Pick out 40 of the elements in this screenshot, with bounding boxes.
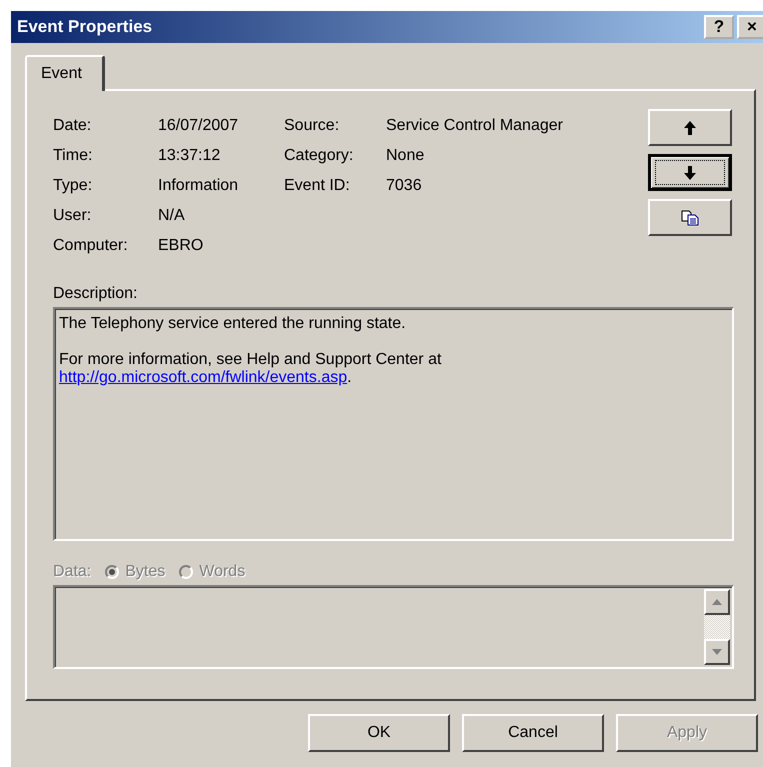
field-label: Type: [53,177,94,195]
down-arrow-icon [684,166,696,180]
scroll-track[interactable] [704,615,730,639]
field-label: Category: [284,147,354,165]
field-value: Service Control Manager [386,117,563,135]
field-label: Time: [53,147,94,165]
help-button[interactable]: ? [704,15,734,39]
field-value: 16/07/2007 [158,117,240,135]
field-value: None [386,147,426,165]
description-text: The Telephony service entered the running state. [59,315,407,333]
field-value: 13:37:12 [158,147,222,165]
field-value: Information [158,177,240,195]
data-label: Data: [53,563,92,581]
copy-button[interactable] [648,199,732,236]
dialog-button[interactable]: Cancel [462,714,604,752]
description-text: For more information, see Help and Support Center at http://go.microsoft.com/fwlink/events.asp. [59,351,442,387]
dialog-button[interactable]: OK [308,714,450,752]
field-label: Event ID: [284,177,351,195]
field-label: User: [53,207,92,225]
field-value: EBRO [158,237,204,255]
up-button[interactable] [648,109,732,146]
field-label: Source: [284,117,340,135]
field-label: Computer: [53,237,129,255]
up-triangle-icon [712,599,722,605]
copy-icon [681,210,699,226]
data-box[interactable] [53,585,734,669]
tab[interactable]: Event [25,55,105,91]
description-label: Description: [53,285,138,303]
close-button[interactable]: × [737,15,763,39]
help-link[interactable]: http://go.microsoft.com/fwlink/events.asp [59,369,348,386]
field-label: Date: [53,117,92,135]
up-arrow-icon [684,120,696,134]
down-triangle-icon [712,649,722,655]
scroll-down-button[interactable] [704,639,730,665]
field-value: 7036 [386,177,423,195]
window-title: Event Properties [17,17,152,37]
scroll-up-button[interactable] [704,589,730,615]
down-button[interactable] [648,154,732,191]
description-box[interactable]: The Telephony service entered the running state. For more information, see Help and Support Center at http://go.microsoft.com/fwlink/events.asp. [53,307,734,541]
field-value: N/A [158,207,186,225]
